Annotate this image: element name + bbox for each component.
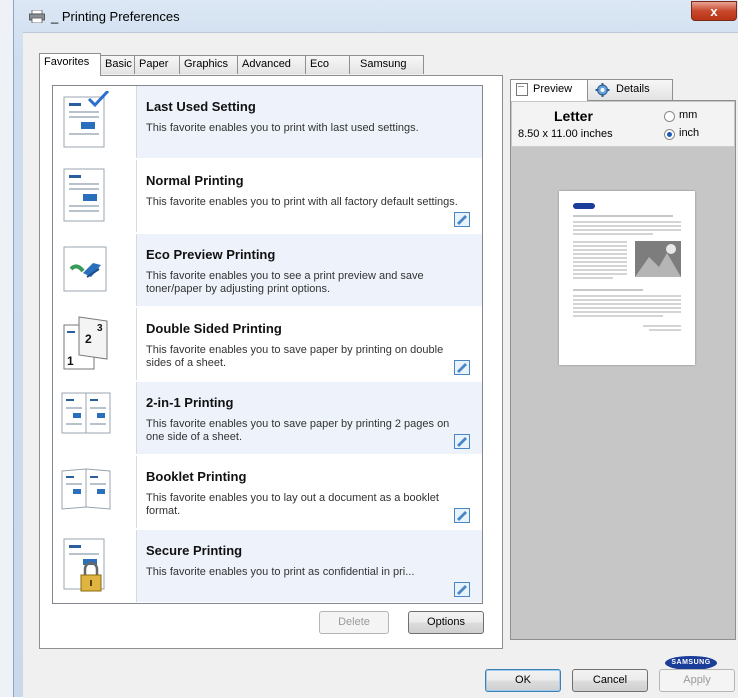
secure-printing-icon [63, 538, 105, 592]
samsung-logo: SAMSUNG [665, 656, 717, 670]
favorite-name: Secure Printing [146, 543, 243, 558]
background-strip [0, 0, 13, 697]
favorite-description: This favorite enables you to print with … [146, 196, 458, 208]
edit-favorite-icon[interactable] [454, 360, 470, 375]
details-gear-icon [595, 83, 610, 97]
preview-panel: Letter 8.50 x 11.00 inches mm inch SAMSU… [510, 100, 736, 670]
favorite-name: Eco Preview Printing [146, 247, 276, 262]
tab-basic[interactable]: Basic [100, 55, 135, 74]
edit-favorite-icon[interactable] [454, 212, 470, 227]
close-icon: x [710, 4, 718, 19]
tab-details-label: Details [616, 83, 650, 95]
favorite-item-last-used[interactable]: Last Used Setting This favorite enables … [53, 86, 482, 158]
thumbnail-cell [53, 456, 137, 528]
favorite-description: This favorite enables you to save paper … [146, 418, 450, 443]
edit-favorite-icon[interactable] [454, 508, 470, 523]
tab-details[interactable]: Details [587, 79, 673, 100]
tab-favorites[interactable]: Favorites [39, 53, 101, 76]
delete-button[interactable]: Delete [319, 611, 389, 634]
window-title: _ Printing Preferences [51, 9, 180, 24]
thumbnail-cell [53, 234, 137, 306]
dialog-client-area: Favorites Basic Paper Graphics Advanced … [23, 32, 738, 698]
favorite-item-normal[interactable]: Normal Printing This favorite enables yo… [53, 160, 482, 232]
unit-inch-label: inch [679, 127, 700, 139]
favorite-item-two-in-one[interactable]: 2-in-1 Printing This favorite enables yo… [53, 382, 482, 454]
tab-graphics[interactable]: Graphics [179, 55, 238, 74]
tab-preview-label: Preview [533, 83, 573, 95]
unit-inch-radio[interactable] [664, 129, 675, 140]
tab-paper[interactable]: Paper [134, 55, 180, 74]
options-button[interactable]: Options [408, 611, 484, 634]
printing-preferences-dialog: _ Printing Preferences x Favorites Basic… [13, 0, 738, 698]
tab-eco[interactable]: Eco [305, 55, 350, 74]
edit-favorite-icon[interactable] [454, 582, 470, 597]
favorite-name: Double Sided Printing [146, 321, 282, 336]
page-preview-content [573, 203, 681, 331]
favorite-item-eco-preview[interactable]: Eco Preview Printing This favorite enabl… [53, 234, 482, 306]
tab-preview[interactable]: Preview [510, 79, 588, 101]
thumbnail-cell [53, 530, 137, 602]
last-used-icon [63, 91, 110, 148]
favorite-item-secure[interactable]: Secure Printing This favorite enables yo… [53, 530, 482, 602]
close-button[interactable]: x [691, 1, 737, 21]
unit-mm-radio[interactable] [664, 111, 675, 122]
favorites-list[interactable]: Last Used Setting This favorite enables … [52, 85, 483, 604]
favorite-name: Normal Printing [146, 173, 244, 188]
favorite-description: This favorite enables you to see a print… [146, 270, 424, 295]
eco-preview-icon [63, 246, 107, 292]
thumbnail-cell: 1 2 3 [53, 308, 137, 380]
favorite-description: This favorite enables you to save paper … [146, 344, 444, 369]
favorites-panel: Last Used Setting This favorite enables … [39, 75, 503, 649]
favorite-item-double-sided[interactable]: 1 2 3 Double Sided Printing This favorit… [53, 308, 482, 380]
paper-name: Letter [554, 108, 593, 124]
favorite-description: This favorite enables you to print as co… [146, 566, 415, 578]
thumbnail-cell [53, 382, 137, 454]
normal-printing-icon [63, 168, 105, 222]
thumbnail-cell [53, 160, 137, 232]
page-preview [559, 191, 695, 365]
svg-text:1: 1 [67, 354, 74, 368]
edit-favorite-icon[interactable] [454, 434, 470, 449]
title-bar[interactable]: _ Printing Preferences x [14, 0, 738, 32]
tab-samsung[interactable]: Samsung [349, 55, 424, 74]
favorite-name: Last Used Setting [146, 99, 256, 114]
booklet-icon [61, 468, 111, 510]
printer-icon [29, 10, 45, 23]
unit-mm-label: mm [679, 109, 698, 121]
thumbnail-cell [53, 86, 137, 158]
svg-text:3: 3 [97, 323, 103, 334]
apply-button[interactable]: Apply [659, 669, 735, 692]
two-in-one-icon [61, 392, 111, 434]
paper-size: 8.50 x 11.00 inches [518, 128, 613, 140]
svg-text:2: 2 [85, 332, 92, 346]
ok-button[interactable]: OK [485, 669, 561, 692]
preview-page-icon [516, 83, 528, 96]
cancel-button[interactable]: Cancel [572, 669, 648, 692]
favorite-name: Booklet Printing [146, 469, 247, 484]
favorite-item-booklet[interactable]: Booklet Printing This favorite enables y… [53, 456, 482, 528]
double-sided-icon: 1 2 3 [63, 316, 108, 370]
paper-info: Letter 8.50 x 11.00 inches mm inch [512, 102, 734, 147]
favorite-description: This favorite enables you to print with … [146, 122, 419, 134]
favorite-name: 2-in-1 Printing [146, 395, 234, 410]
favorite-description: This favorite enables you to lay out a d… [146, 492, 439, 517]
tab-advanced[interactable]: Advanced [237, 55, 306, 74]
